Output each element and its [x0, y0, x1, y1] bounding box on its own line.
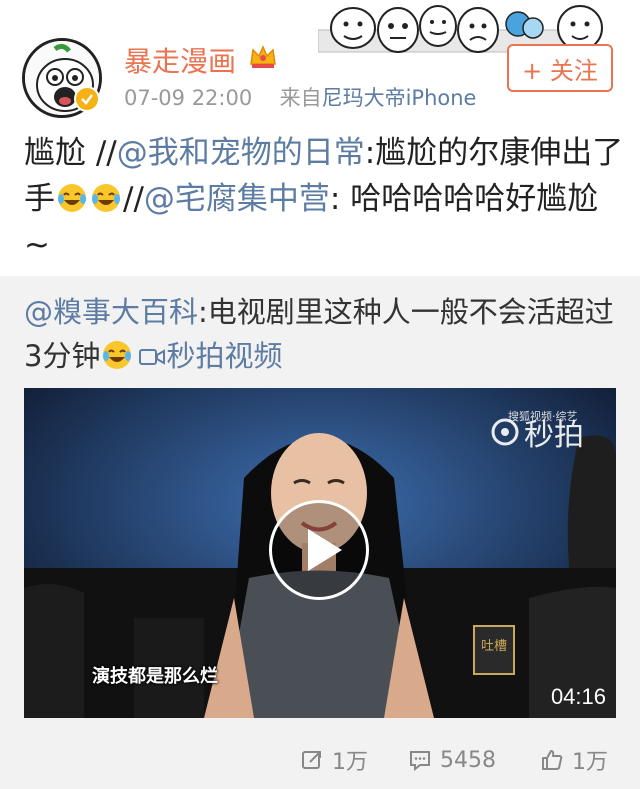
miaopai-logo-icon	[491, 418, 519, 446]
original-post[interactable]: @糗事大百科:电视剧里这种人一般不会活超过3分钟 秒拍视频 吐槽 搜狐视频·综艺…	[0, 276, 640, 789]
post-time: 07-09 22:00	[124, 86, 253, 110]
verified-badge-icon	[74, 86, 100, 112]
video-link[interactable]: 秒拍视频	[134, 339, 282, 373]
comment-icon	[410, 751, 430, 772]
post-meta: 07-09 22:00 来自尼玛大帝iPhone	[124, 82, 476, 112]
repost-content: 尴尬 //@我和宠物的日常:尴尬的尔康伸出了手//@宅腐集中营: 哈哈哈哈哈好尴…	[24, 130, 624, 268]
mention-link[interactable]: @宅腐集中营	[144, 181, 330, 217]
like-count: 1万	[572, 750, 608, 775]
laugh-cry-emoji-icon	[92, 184, 120, 212]
username[interactable]: 暴走漫画	[124, 40, 236, 80]
repost-count: 1万	[332, 750, 368, 775]
like-button[interactable]: 1万	[540, 740, 608, 780]
original-post-text: @糗事大百科:电视剧里这种人一般不会活超过3分钟 秒拍视频	[24, 290, 624, 378]
repost-text-1: 尴尬 //	[24, 135, 117, 171]
source-device-link[interactable]: 尼玛大帝iPhone	[322, 86, 477, 110]
video-duration: 04:16	[550, 684, 606, 709]
mention-link[interactable]: @我和宠物的日常	[117, 135, 365, 171]
svg-text:吐槽: 吐槽	[481, 639, 507, 654]
repost-button[interactable]: 1万	[300, 740, 368, 780]
thumbs-up-icon	[542, 750, 563, 770]
comment-count: 5458	[440, 747, 496, 773]
watermark-text: 秒拍	[524, 418, 584, 453]
miaopai-watermark: 秒拍	[490, 410, 584, 454]
comment-button[interactable]: 5458	[408, 740, 496, 780]
source-prefix: 来自	[279, 86, 322, 110]
mention-link[interactable]: @糗事大百科	[24, 295, 198, 329]
repost-text-3: //	[123, 181, 144, 217]
repost-icon	[302, 751, 321, 769]
play-icon	[308, 529, 342, 571]
video-player[interactable]: 吐槽 搜狐视频·综艺 秒拍 演技都是那么烂 04:16	[24, 388, 616, 718]
laugh-cry-emoji-icon	[103, 341, 132, 369]
laugh-cry-emoji-icon	[58, 184, 86, 212]
follow-button[interactable]: + 关注	[507, 44, 613, 92]
video-camera-icon	[139, 349, 166, 365]
action-bar: 1万 5458 1万	[0, 740, 640, 780]
play-button[interactable]	[269, 500, 369, 600]
post-header: 暴走漫画 07-09 22:00 来自尼玛大帝iPhone + 关注	[0, 0, 640, 118]
video-link-label: 秒拍视频	[166, 339, 283, 373]
crown-icon	[250, 45, 276, 68]
video-subtitle: 演技都是那么烂	[92, 666, 218, 687]
